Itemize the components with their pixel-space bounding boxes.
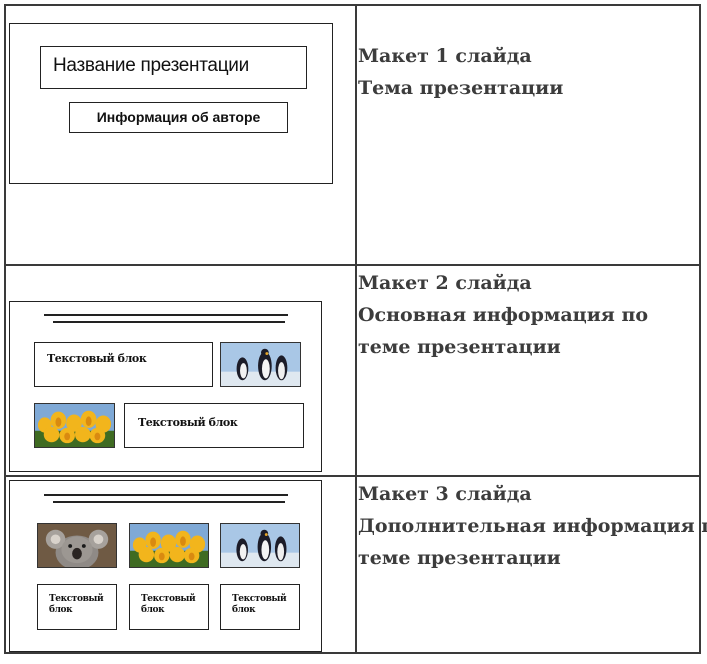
text-block-2: Текстовый блок — [124, 403, 304, 448]
text-block-3-label: Текстовый блок — [232, 594, 287, 615]
row-3-description: Макет 3 слайда Дополнительная информация… — [358, 478, 707, 574]
row-1-description: Макет 1 слайда Тема презентации — [358, 40, 563, 104]
text-block-2-label: Текстовый блок — [138, 416, 238, 429]
text-block-3: Текстовый блок — [220, 584, 300, 630]
layout-2-title: Макет 2 слайда — [358, 272, 532, 294]
layout-3-desc-line-1: Дополнительная информация по — [358, 515, 707, 537]
text-block-2-label: Текстовый блок — [141, 594, 196, 615]
column-divider — [355, 6, 357, 652]
author-info-text: Информация об авторе — [96, 109, 261, 125]
row-2-description: Макет 2 слайда Основная информация по те… — [358, 267, 648, 363]
author-info-box: Информация об авторе — [69, 102, 288, 133]
layout-2-desc-line-2: теме презентации — [358, 336, 561, 358]
row-divider-2 — [6, 475, 699, 477]
penguins-image — [220, 342, 301, 387]
presentation-title-box: Название презентации — [40, 46, 307, 89]
title-rule-top — [44, 314, 288, 316]
title-rule-bottom — [53, 501, 285, 503]
tulips-image — [34, 403, 115, 448]
text-block-1-label: Текстовый блок — [49, 594, 104, 615]
title-rule-top — [44, 494, 288, 496]
slide-layout-table: Название презентации Информация об автор… — [4, 4, 707, 654]
slide-3-mockup: Текстовый блок Текстовый блок Текстовый … — [9, 480, 322, 652]
layout-1-title: Макет 1 слайда — [358, 45, 532, 67]
layout-3-desc-line-2: теме презентации — [358, 547, 561, 569]
layout-1-desc-line: Тема презентации — [358, 77, 564, 99]
layout-3-title: Макет 3 слайда — [358, 483, 532, 505]
slide-1-mockup: Название презентации Информация об автор… — [9, 23, 333, 184]
tulips-image — [129, 523, 209, 568]
text-block-1: Текстовый блок — [37, 584, 117, 630]
presentation-title-text: Название презентации — [53, 55, 249, 76]
penguins-image — [220, 523, 300, 568]
text-block-2: Текстовый блок — [129, 584, 209, 630]
layout-2-desc-line-1: Основная информация по — [358, 304, 649, 326]
text-block-1-label: Текстовый блок — [47, 352, 147, 365]
text-block-1: Текстовый блок — [34, 342, 213, 387]
row-divider-1 — [6, 264, 699, 266]
slide-2-mockup: Текстовый блок Текстовый блок — [9, 301, 322, 472]
title-rule-bottom — [53, 321, 285, 323]
koala-image — [37, 523, 117, 568]
